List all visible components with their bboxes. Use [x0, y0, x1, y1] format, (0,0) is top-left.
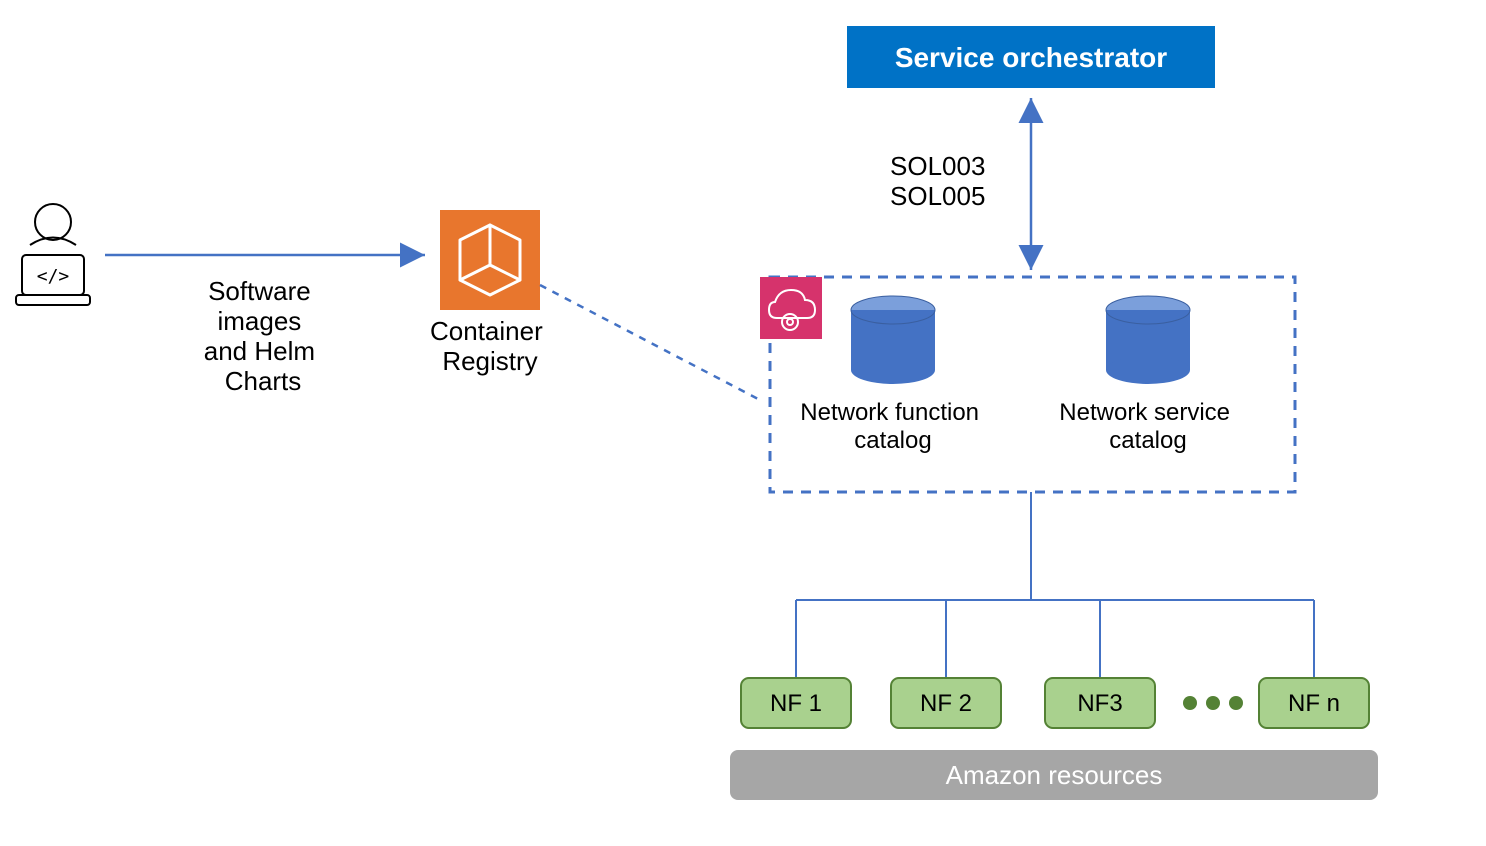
svg-text:</>: </>	[37, 266, 70, 287]
ellipsis-icon	[1183, 696, 1243, 710]
ns-catalog-label: Network service catalog	[1059, 399, 1236, 454]
developer-icon: </>	[16, 204, 90, 305]
catalog-container	[770, 277, 1295, 492]
ns-catalog-cylinder	[1106, 296, 1190, 384]
telco-service-icon	[760, 277, 822, 339]
connector-registry-catalog	[540, 285, 760, 400]
service-orchestrator-label: Service orchestrator	[895, 42, 1167, 73]
amazon-resources-label: Amazon resources	[946, 760, 1163, 790]
nf-catalog-label: Network function catalog	[800, 399, 985, 454]
sol-label: SOL003 SOL005	[890, 151, 993, 211]
container-registry-icon	[440, 210, 540, 310]
nf3-label: NF3	[1077, 690, 1122, 717]
nfn-label: NF n	[1288, 690, 1340, 717]
software-images-label: Software images and Helm Charts	[204, 276, 323, 396]
nf-catalog-cylinder	[851, 296, 935, 384]
container-registry-label: Container Registry	[430, 316, 550, 376]
nf1-label: NF 1	[770, 690, 822, 717]
nf2-label: NF 2	[920, 690, 972, 717]
